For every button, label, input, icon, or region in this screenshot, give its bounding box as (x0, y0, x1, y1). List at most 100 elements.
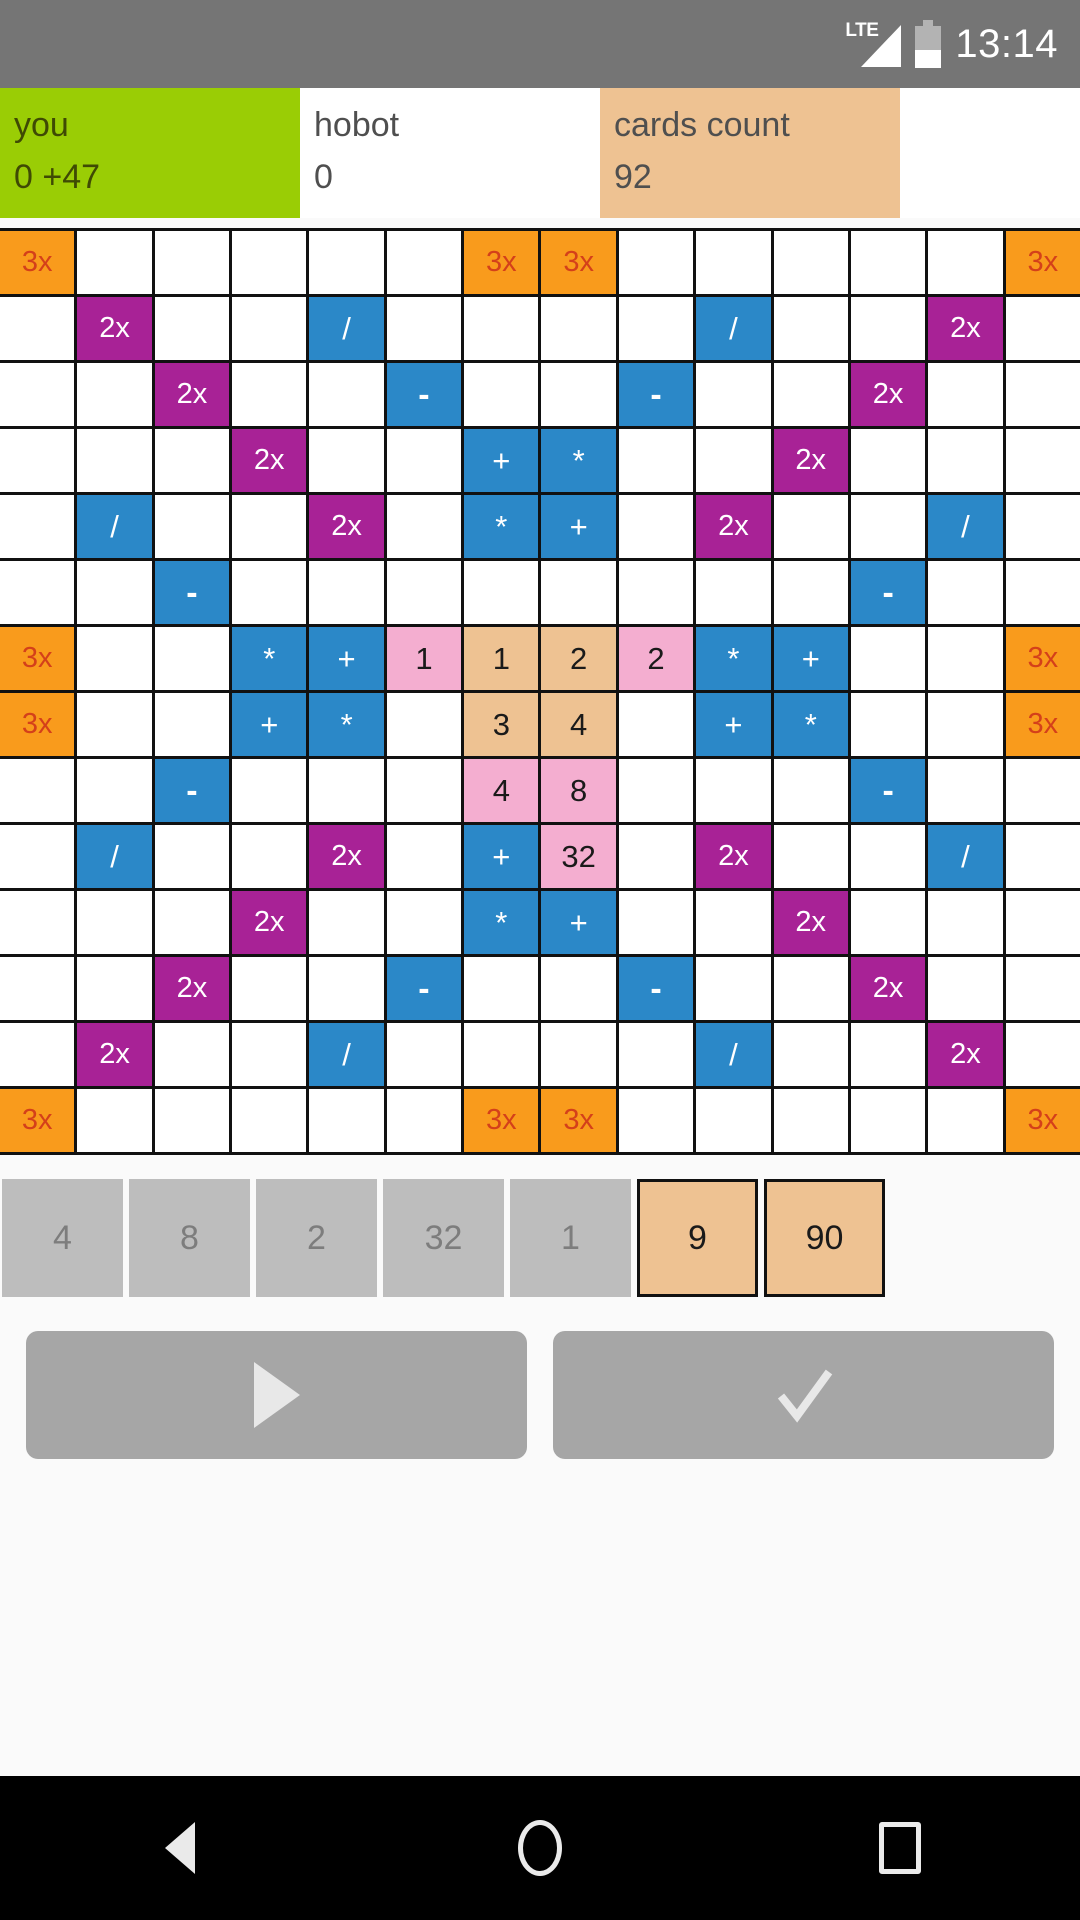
board-cell[interactable]: - (618, 363, 694, 426)
board-cell[interactable] (154, 693, 230, 756)
board-cell[interactable] (0, 495, 75, 558)
board-cell[interactable]: / (77, 495, 152, 558)
board-cell[interactable]: + (541, 495, 616, 558)
board-cell[interactable] (1005, 759, 1080, 822)
hand-card[interactable]: 32 (383, 1179, 504, 1297)
board-cell[interactable] (386, 231, 462, 294)
board-cell[interactable]: / (77, 825, 152, 888)
board-cell[interactable] (309, 891, 384, 954)
board-cell[interactable]: 2x (773, 891, 848, 954)
board-cell[interactable] (618, 495, 694, 558)
board-cell[interactable] (541, 1023, 616, 1086)
board-cell[interactable] (928, 759, 1003, 822)
board-cell[interactable] (77, 693, 152, 756)
board-cell[interactable]: 4 (464, 759, 539, 822)
board-cell[interactable] (618, 297, 694, 360)
game-board[interactable]: 3x 3x 3x 3x 2x //2x 2x - -2x 2x + * 2x/2x * +2x / - -3x * +… (0, 228, 1080, 1155)
board-cell[interactable]: - (386, 363, 462, 426)
board-cell[interactable]: 3x (1005, 231, 1080, 294)
board-cell[interactable] (850, 891, 926, 954)
board-cell[interactable]: - (154, 759, 230, 822)
nav-recents-button[interactable] (820, 1798, 980, 1898)
board-cell[interactable] (696, 363, 771, 426)
board-cell[interactable]: / (309, 297, 384, 360)
board-cell[interactable] (77, 363, 152, 426)
board-cell[interactable] (154, 1089, 230, 1152)
board-cell[interactable] (696, 429, 771, 492)
player-score-you[interactable]: you 0 +47 (0, 88, 300, 218)
board-cell[interactable] (77, 561, 152, 624)
board-cell[interactable]: 2x (309, 825, 384, 888)
board-cell[interactable] (309, 231, 384, 294)
board-cell[interactable] (850, 495, 926, 558)
board-cell[interactable] (0, 429, 75, 492)
board-cell[interactable] (928, 363, 1003, 426)
board-cell[interactable]: 2x (773, 429, 848, 492)
board-cell[interactable] (850, 1089, 926, 1152)
board-cell[interactable]: + (773, 627, 848, 690)
board-cell[interactable]: + (541, 891, 616, 954)
board-cell[interactable] (154, 1023, 230, 1086)
board-cell[interactable] (1005, 561, 1080, 624)
board-cell[interactable]: / (928, 495, 1003, 558)
board-cell[interactable] (464, 1023, 539, 1086)
board-cell[interactable] (696, 759, 771, 822)
board-cell[interactable] (928, 957, 1003, 1020)
board-cell[interactable] (77, 627, 152, 690)
board-cell[interactable] (928, 627, 1003, 690)
board-cell[interactable]: 1 (464, 627, 539, 690)
board-cell[interactable]: 2 (618, 627, 694, 690)
board-cell[interactable]: 2x (850, 957, 926, 1020)
board-cell[interactable] (464, 957, 539, 1020)
board-cell[interactable] (386, 825, 462, 888)
nav-home-button[interactable] (460, 1798, 620, 1898)
board-cell[interactable] (618, 825, 694, 888)
board-cell[interactable] (850, 825, 926, 888)
board-cell[interactable] (773, 825, 848, 888)
board-cell[interactable] (1005, 825, 1080, 888)
board-cell[interactable]: 2 (541, 627, 616, 690)
board-cell[interactable] (386, 891, 462, 954)
board-cell[interactable] (154, 495, 230, 558)
board-cell[interactable] (232, 363, 307, 426)
board-cell[interactable]: * (232, 627, 307, 690)
board-cell[interactable] (154, 891, 230, 954)
board-cell[interactable]: * (464, 495, 539, 558)
board-cell[interactable] (386, 561, 462, 624)
board-cell[interactable]: / (928, 825, 1003, 888)
board-cell[interactable]: 2x (696, 495, 771, 558)
board-cell[interactable]: 2x (77, 1023, 152, 1086)
board-cell[interactable]: / (309, 1023, 384, 1086)
board-cell[interactable] (0, 759, 75, 822)
board-cell[interactable] (850, 231, 926, 294)
board-cell[interactable]: * (541, 429, 616, 492)
board-cell[interactable] (1005, 297, 1080, 360)
board-cell[interactable] (309, 1089, 384, 1152)
board-cell[interactable]: - (850, 561, 926, 624)
board-cell[interactable] (77, 429, 152, 492)
board-cell[interactable] (232, 1089, 307, 1152)
board-cell[interactable]: + (309, 627, 384, 690)
board-cell[interactable] (773, 297, 848, 360)
board-cell[interactable]: - (154, 561, 230, 624)
board-cell[interactable]: 3x (464, 231, 539, 294)
player-score-opponent[interactable]: hobot 0 (300, 88, 600, 218)
board-cell[interactable]: 2x (77, 297, 152, 360)
hand-card[interactable]: 2 (256, 1179, 377, 1297)
board-cell[interactable]: 2x (232, 891, 307, 954)
board-cell[interactable] (0, 561, 75, 624)
board-cell[interactable] (928, 429, 1003, 492)
board-cell[interactable] (541, 561, 616, 624)
board-cell[interactable] (541, 297, 616, 360)
board-cell[interactable]: - (850, 759, 926, 822)
board-cell[interactable] (232, 1023, 307, 1086)
board-cell[interactable] (309, 759, 384, 822)
board-cell[interactable] (386, 429, 462, 492)
board-cell[interactable]: 2x (154, 957, 230, 1020)
board-cell[interactable]: * (696, 627, 771, 690)
board-cell[interactable] (386, 495, 462, 558)
board-cell[interactable]: 3x (541, 1089, 616, 1152)
board-cell[interactable] (0, 825, 75, 888)
board-cell[interactable] (77, 1089, 152, 1152)
board-cell[interactable]: 3x (0, 693, 75, 756)
